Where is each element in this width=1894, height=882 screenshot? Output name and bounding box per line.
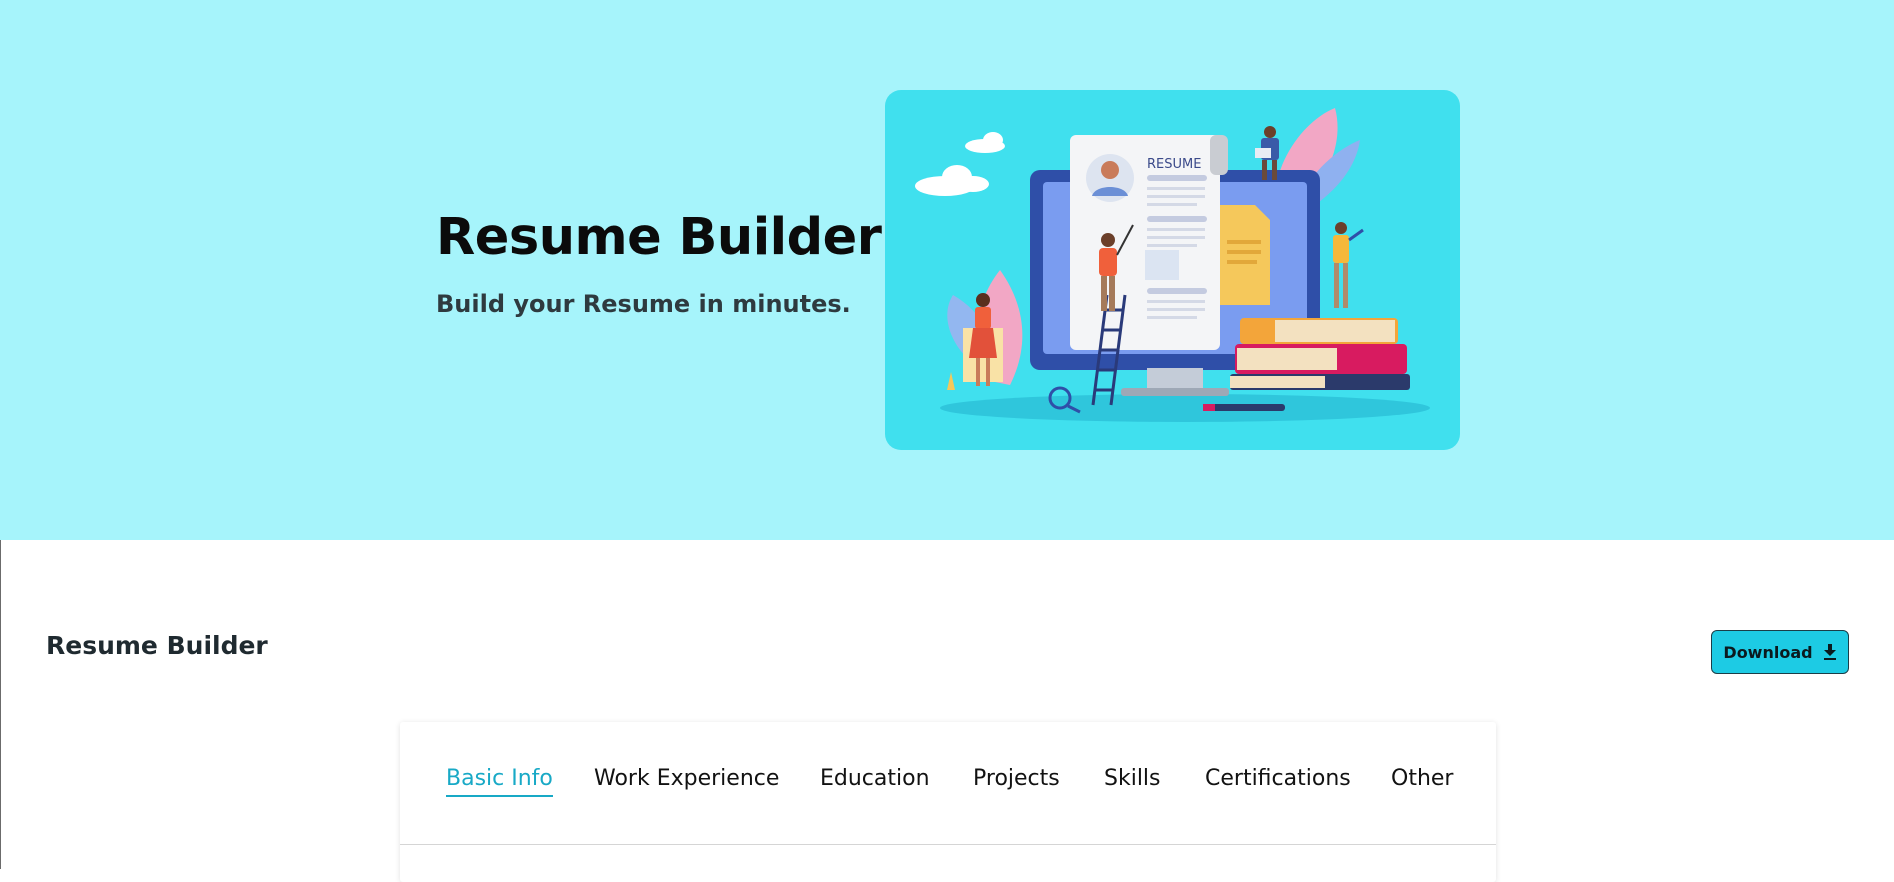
toolbar-title: Resume Builder [46, 631, 268, 660]
hero-illustration: RESUME [885, 90, 1460, 450]
section-tabs: Basic Info Work Experience Education Pro… [400, 722, 1496, 845]
hero-title: Resume Builder [436, 208, 882, 267]
hero-banner: Resume Builder Build your Resume in minu… [0, 0, 1894, 540]
cloud-icon [915, 132, 1005, 196]
tab-projects[interactable]: Projects [973, 766, 1060, 795]
download-icon [1823, 644, 1836, 660]
download-button[interactable]: Download [1711, 630, 1849, 674]
tab-work-experience[interactable]: Work Experience [594, 766, 779, 795]
tab-skills[interactable]: Skills [1104, 766, 1161, 795]
hero-subtitle: Build your Resume in minutes. [436, 290, 851, 318]
resume-editor-card: Basic Info Work Experience Education Pro… [400, 722, 1496, 882]
download-button-label: Download [1723, 642, 1813, 662]
resume-document-label: RESUME [1147, 157, 1201, 172]
resume-illustration-image: RESUME [915, 108, 1430, 422]
tab-certifications[interactable]: Certifications [1205, 766, 1351, 795]
pen-decoration [1203, 404, 1285, 411]
tab-basic-info[interactable]: Basic Info [446, 766, 553, 797]
tab-education[interactable]: Education [820, 766, 930, 795]
tab-other[interactable]: Other [1391, 766, 1453, 795]
